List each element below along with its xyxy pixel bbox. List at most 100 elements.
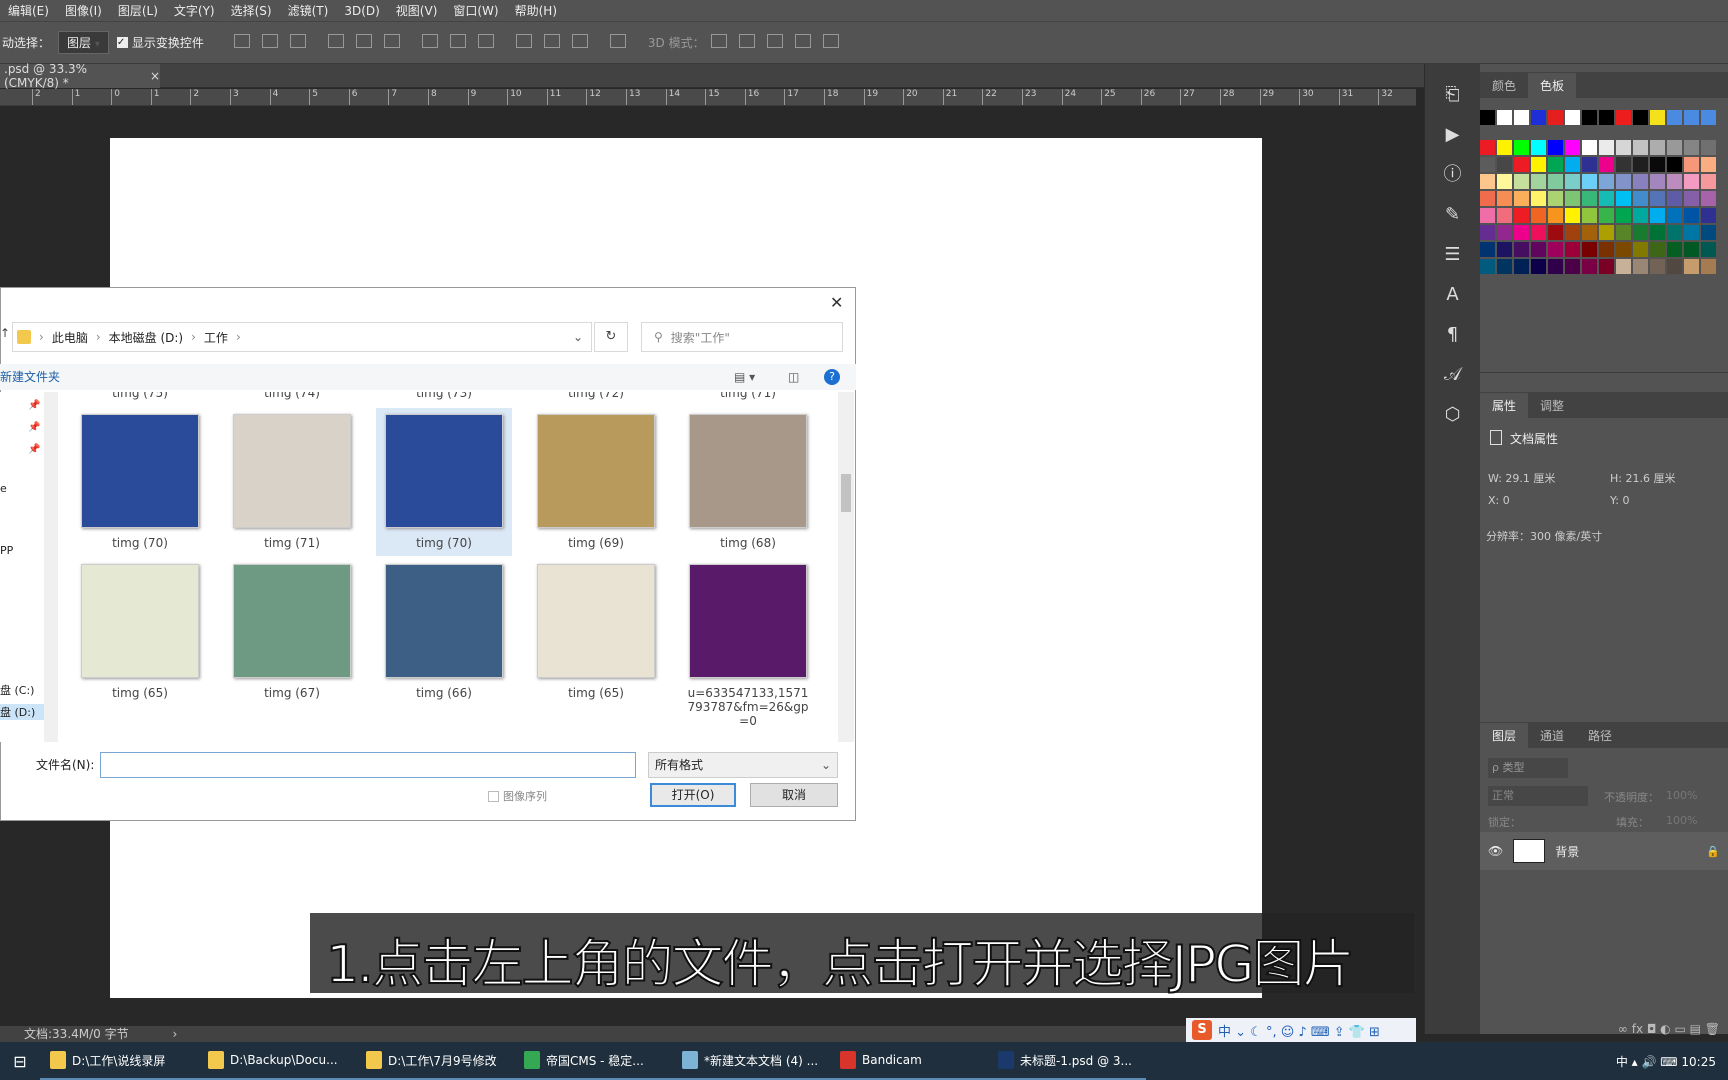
swatch[interactable] [1599, 174, 1614, 189]
view-options-icon[interactable]: ▤ ▾ [734, 364, 755, 390]
swatch[interactable] [1616, 191, 1631, 206]
swatch[interactable] [1514, 242, 1529, 257]
swatch[interactable] [1497, 110, 1512, 125]
swatch[interactable] [1531, 174, 1546, 189]
show-transform-checkbox[interactable]: ✓ [116, 37, 128, 48]
swatch[interactable] [1531, 157, 1546, 172]
swatch[interactable] [1480, 225, 1495, 240]
help-icon[interactable]: ? [824, 369, 840, 385]
swatch[interactable] [1599, 157, 1614, 172]
file-item[interactable]: timg (70) [376, 408, 512, 556]
swatch[interactable] [1599, 140, 1614, 155]
fill-value[interactable]: 100% [1666, 814, 1697, 827]
nav-item[interactable]: 盘 (D:) [0, 704, 44, 720]
swatch[interactable] [1650, 174, 1665, 189]
swatch[interactable] [1565, 242, 1580, 257]
close-icon[interactable]: ✕ [830, 293, 843, 312]
swatch[interactable] [1548, 259, 1563, 274]
blend-mode-select[interactable]: 正常 [1488, 786, 1588, 806]
swatch[interactable] [1548, 191, 1563, 206]
swatch[interactable] [1480, 242, 1495, 257]
swatch[interactable] [1616, 140, 1631, 155]
menu-item-9[interactable]: 帮助(H) [507, 2, 565, 19]
swatch[interactable] [1633, 191, 1648, 206]
swatch[interactable] [1531, 259, 1546, 274]
swatch[interactable] [1531, 140, 1546, 155]
file-item[interactable]: timg (71) [224, 408, 360, 556]
swatch[interactable] [1582, 174, 1597, 189]
swatch[interactable] [1548, 242, 1563, 257]
swatch[interactable] [1701, 259, 1716, 274]
swatch[interactable] [1633, 225, 1648, 240]
file-item[interactable]: timg (70) [72, 408, 208, 556]
swatch[interactable] [1633, 157, 1648, 172]
swatch[interactable] [1514, 157, 1529, 172]
swatch[interactable] [1531, 110, 1546, 125]
swatch[interactable] [1616, 242, 1631, 257]
nav-item[interactable]: PP [0, 544, 13, 557]
swatch[interactable] [1531, 191, 1546, 206]
swatch[interactable] [1650, 208, 1665, 223]
swatch[interactable] [1565, 225, 1580, 240]
swatch[interactable] [1514, 208, 1529, 223]
swatch[interactable] [1650, 259, 1665, 274]
swatch[interactable] [1684, 259, 1699, 274]
tab-color[interactable]: 颜色 [1480, 73, 1528, 98]
tab-swatches[interactable]: 色板 [1528, 73, 1577, 98]
swatch[interactable] [1480, 191, 1495, 206]
swatch[interactable] [1582, 157, 1597, 172]
menu-item-1[interactable]: 图像(I) [57, 2, 110, 19]
menu-item-7[interactable]: 视图(V) [388, 2, 446, 19]
menu-item-5[interactable]: 滤镜(T) [280, 2, 337, 19]
taskbar-item[interactable]: 帝国CMS - 稳定... [514, 1042, 672, 1080]
swatch[interactable] [1633, 140, 1648, 155]
swatch[interactable] [1684, 208, 1699, 223]
menu-item-0[interactable]: 编辑(E) [0, 2, 57, 19]
swatch[interactable] [1599, 191, 1614, 206]
swatch[interactable] [1548, 110, 1563, 125]
swatch[interactable] [1531, 242, 1546, 257]
swatch[interactable] [1582, 208, 1597, 223]
brush-icon[interactable]: ✎ [1438, 202, 1468, 228]
swatch[interactable] [1633, 110, 1648, 125]
swatch[interactable] [1701, 140, 1716, 155]
swatch[interactable] [1650, 191, 1665, 206]
swatch[interactable] [1667, 110, 1682, 125]
breadcrumb-pc[interactable]: 此电脑 [52, 329, 88, 346]
swatch[interactable] [1633, 259, 1648, 274]
swatch[interactable] [1582, 259, 1597, 274]
swatch[interactable] [1497, 208, 1512, 223]
swatch[interactable] [1633, 242, 1648, 257]
swatch[interactable] [1667, 140, 1682, 155]
swatch[interactable] [1582, 140, 1597, 155]
nav-scrollbar[interactable] [44, 392, 58, 742]
swatch[interactable] [1497, 174, 1512, 189]
swatch[interactable] [1565, 191, 1580, 206]
swatch[interactable] [1616, 110, 1631, 125]
menu-item-8[interactable]: 窗口(W) [445, 2, 506, 19]
nav-item[interactable]: e [0, 482, 7, 495]
swatch[interactable] [1480, 259, 1495, 274]
swatch[interactable] [1684, 191, 1699, 206]
swatch[interactable] [1650, 157, 1665, 172]
swatch[interactable] [1497, 157, 1512, 172]
swatch[interactable] [1701, 191, 1716, 206]
swatch[interactable] [1650, 140, 1665, 155]
layer-row-background[interactable]: 👁 背景 🔒 [1480, 832, 1728, 870]
chevron-down-icon[interactable]: ⌄ [573, 330, 583, 344]
breadcrumb-drive-d[interactable]: 本地磁盘 (D:) [109, 329, 183, 346]
file-grid-scrollbar[interactable] [838, 392, 854, 742]
image-sequence-option[interactable]: 图像序列 [488, 788, 547, 804]
file-item[interactable]: u=633547133,1571793787&fm=26&gp=0 [680, 558, 816, 734]
swatch[interactable] [1480, 208, 1495, 223]
swatch[interactable] [1667, 174, 1682, 189]
swatch[interactable] [1514, 225, 1529, 240]
swatch[interactable] [1548, 157, 1563, 172]
swatch[interactable] [1497, 242, 1512, 257]
menu-item-6[interactable]: 3D(D) [336, 4, 387, 18]
up-arrow-icon[interactable]: ↑ [0, 326, 10, 340]
ime-icons[interactable]: 中 ⌄ ☾ °, ☺ ♪ ⌨ ⇪ 👕 ⊞ [1218, 1021, 1380, 1040]
new-folder-button[interactable]: 新建文件夹 [0, 370, 60, 384]
play-icon[interactable]: ▶ [1438, 122, 1468, 148]
swatch[interactable] [1599, 259, 1614, 274]
